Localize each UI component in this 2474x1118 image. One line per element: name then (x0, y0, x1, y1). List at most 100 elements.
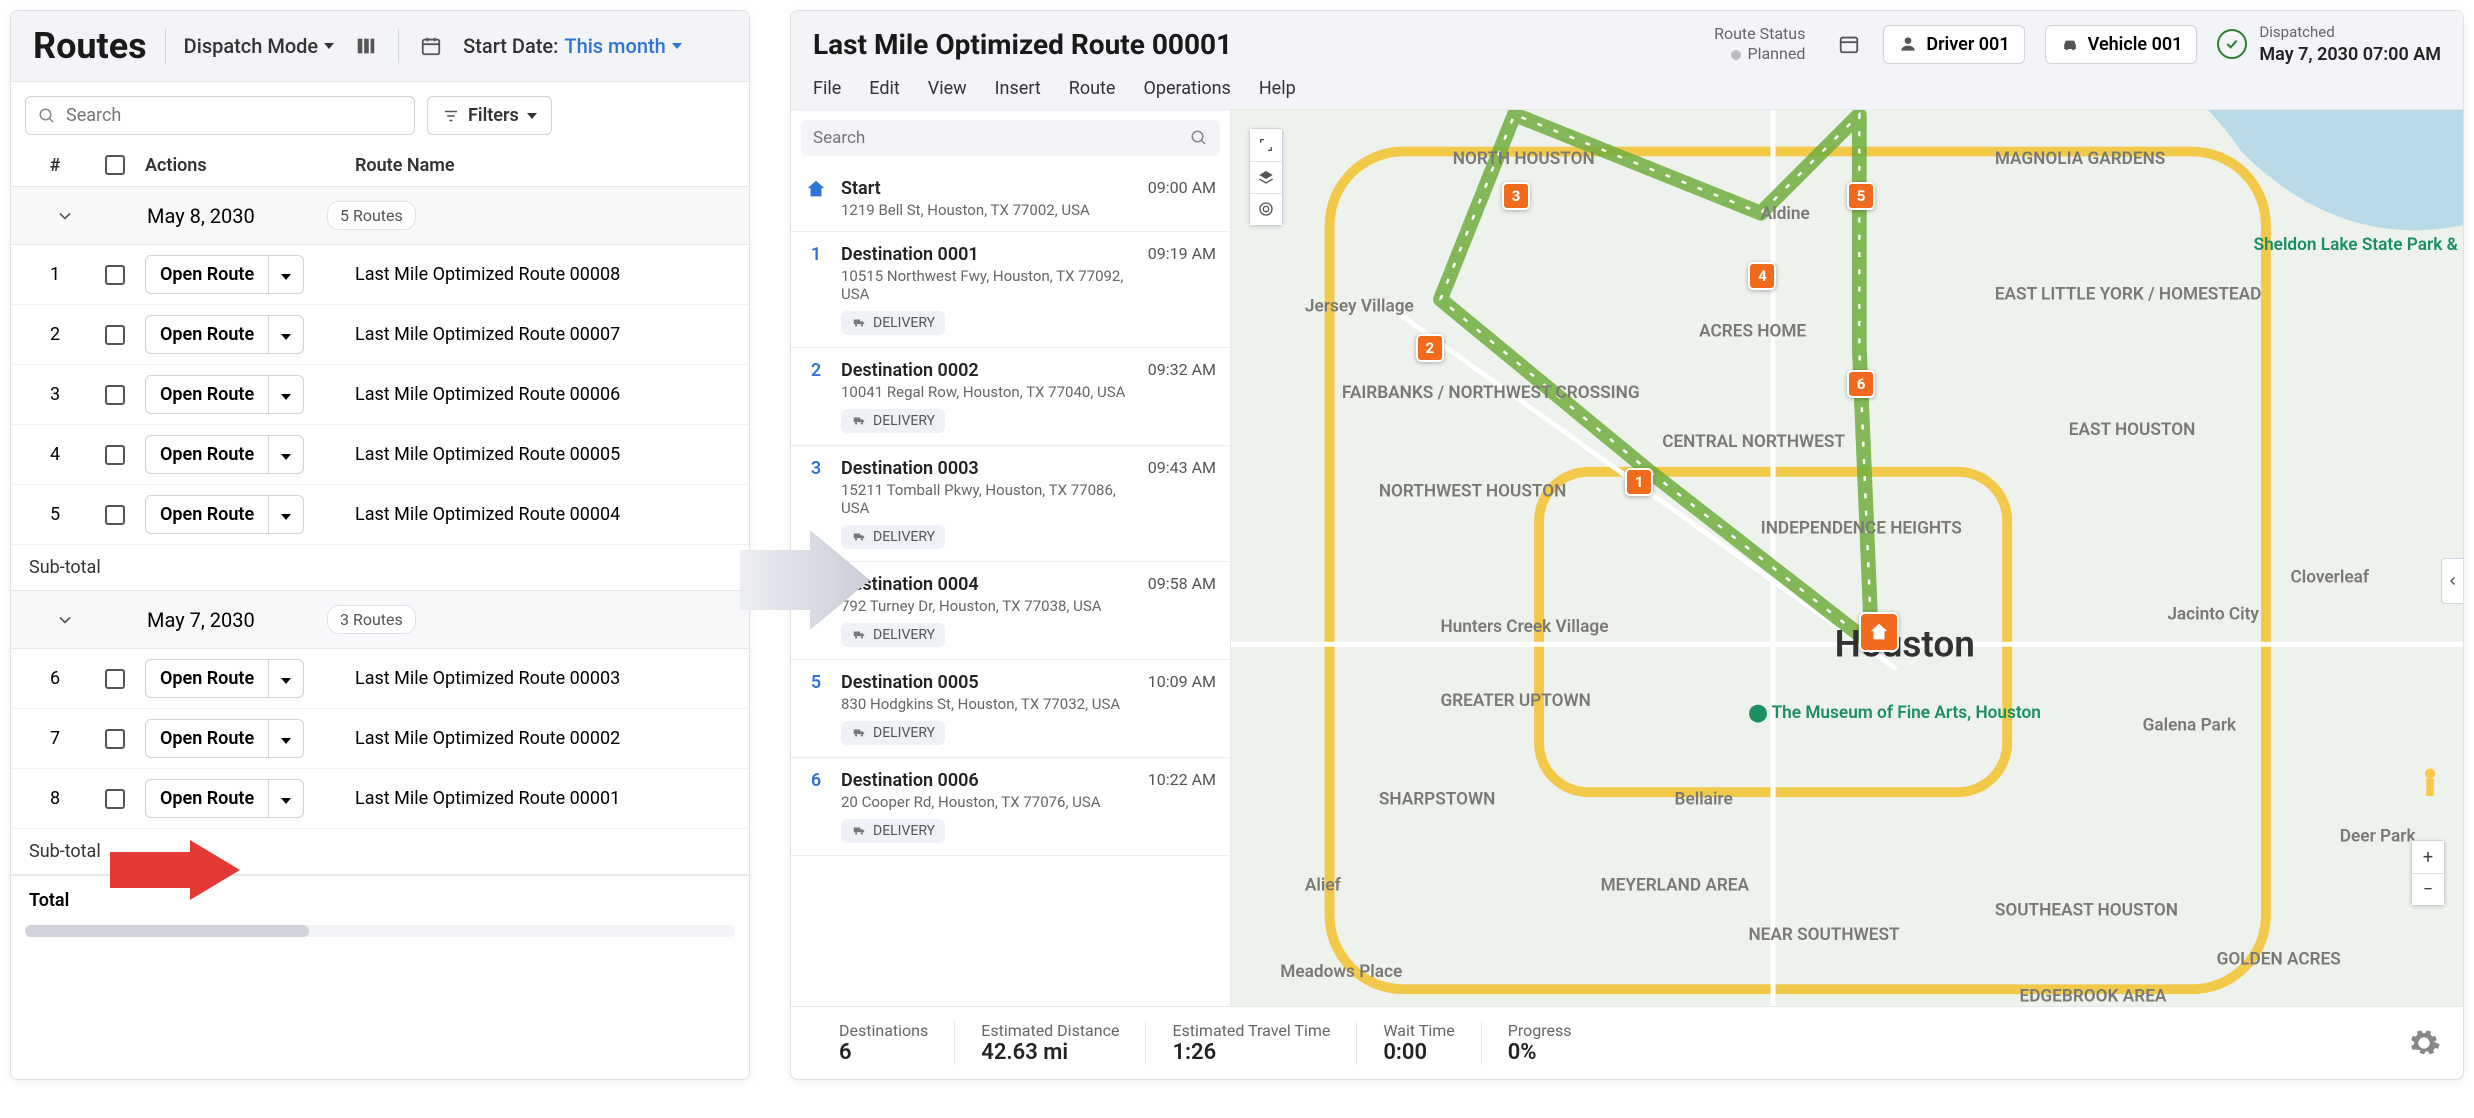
table-row[interactable]: 6 Open Route Last Mile Optimized Route 0… (11, 649, 749, 709)
row-checkbox[interactable] (105, 669, 125, 689)
svg-text:ACRES HOME: ACRES HOME (1699, 321, 1806, 341)
dispatch-mode-dropdown[interactable]: Dispatch Mode (184, 34, 334, 58)
map-marker-3[interactable]: 3 (1502, 182, 1530, 210)
stop-address: 10041 Regal Row, Houston, TX 77040, USA (841, 383, 1134, 401)
open-route-button[interactable]: Open Route (145, 375, 304, 414)
table-row[interactable]: 7 Open Route Last Mile Optimized Route 0… (11, 709, 749, 769)
menu-route[interactable]: Route (1069, 78, 1116, 99)
stops-search[interactable] (801, 120, 1220, 156)
gear-icon[interactable] (2407, 1026, 2441, 1060)
start-date-label: Start Date: (463, 34, 558, 58)
routes-search[interactable] (25, 96, 415, 135)
calendar-icon[interactable] (417, 32, 445, 60)
start-date-picker[interactable]: Start Date: This month (463, 34, 682, 58)
collapse-map-tab[interactable] (2441, 558, 2463, 604)
table-row[interactable]: 4 Open Route Last Mile Optimized Route 0… (11, 425, 749, 485)
zoom-out-button[interactable]: − (2412, 873, 2444, 905)
map[interactable]: WILLOWBROOK GREATER GREENSPOINT NORTH HO… (1231, 110, 2463, 1006)
filters-button[interactable]: Filters (427, 96, 552, 135)
stat-progress: Progress 0% (1482, 1021, 1598, 1065)
target-button[interactable] (1250, 193, 1282, 225)
open-route-button[interactable]: Open Route (145, 779, 304, 818)
open-route-button[interactable]: Open Route (145, 495, 304, 534)
group-count-chip: 3 Routes (327, 605, 416, 634)
row-checkbox[interactable] (105, 789, 125, 809)
layers-button[interactable] (1250, 161, 1282, 193)
route-name: Last Mile Optimized Route 00004 (355, 504, 735, 525)
table-header: # Actions Route Name (11, 145, 749, 187)
row-checkbox[interactable] (105, 729, 125, 749)
group-row[interactable]: May 8, 2030 5 Routes (11, 187, 749, 245)
map-marker-5[interactable]: 5 (1847, 182, 1875, 210)
stop-name: Destination 0005 (841, 672, 1134, 693)
open-route-button[interactable]: Open Route (145, 719, 304, 758)
menu-view[interactable]: View (928, 78, 967, 99)
stop-row[interactable]: 6 Destination 0006 20 Cooper Rd, Houston… (791, 758, 1230, 856)
columns-icon[interactable] (352, 32, 380, 60)
map-marker-6[interactable]: 6 (1847, 370, 1875, 398)
stop-name: Destination 0001 (841, 244, 1134, 265)
vehicle-button[interactable]: Vehicle 001 (2045, 25, 2198, 64)
menu-edit[interactable]: Edit (869, 78, 899, 99)
menu-file[interactable]: File (813, 78, 841, 99)
table-row[interactable]: 3 Open Route Last Mile Optimized Route 0… (11, 365, 749, 425)
open-route-dropdown[interactable] (268, 780, 303, 817)
open-route-dropdown[interactable] (268, 436, 303, 473)
stop-start[interactable]: Start 1219 Bell St, Houston, TX 77002, U… (791, 166, 1230, 232)
menu-help[interactable]: Help (1259, 78, 1296, 99)
open-route-dropdown[interactable] (268, 316, 303, 353)
stop-address: 15211 Tomball Pkwy, Houston, TX 77086, U… (841, 481, 1134, 517)
caret-down-icon (527, 113, 537, 119)
map-home-marker[interactable] (1859, 612, 1899, 652)
open-route-dropdown[interactable] (268, 496, 303, 533)
stop-row[interactable]: 5 Destination 0005 830 Hodgkins St, Hous… (791, 660, 1230, 758)
car-icon (2060, 34, 2080, 54)
row-checkbox[interactable] (105, 445, 125, 465)
table-row[interactable]: 8 Open Route Last Mile Optimized Route 0… (11, 769, 749, 829)
horizontal-scrollbar[interactable] (25, 925, 735, 937)
pegman-control[interactable] (2415, 766, 2445, 806)
svg-text:Galena Park: Galena Park (2143, 715, 2237, 735)
menu-insert[interactable]: Insert (995, 78, 1041, 99)
open-route-dropdown[interactable] (268, 660, 303, 697)
table-row[interactable]: 2 Open Route Last Mile Optimized Route 0… (11, 305, 749, 365)
svg-text:Jersey Village: Jersey Village (1305, 297, 1414, 317)
stop-time: 09:00 AM (1148, 178, 1216, 219)
menu-operations[interactable]: Operations (1143, 78, 1230, 99)
stops-search-input[interactable] (813, 128, 1190, 148)
stop-address: 20 Cooper Rd, Houston, TX 77076, USA (841, 793, 1134, 811)
map-marker-2[interactable]: 2 (1416, 334, 1444, 362)
map-marker-1[interactable]: 1 (1625, 468, 1653, 496)
svg-text:NEAR SOUTHWEST: NEAR SOUTHWEST (1748, 925, 1900, 945)
open-route-button[interactable]: Open Route (145, 255, 304, 294)
open-route-dropdown[interactable] (268, 256, 303, 293)
open-route-button[interactable]: Open Route (145, 315, 304, 354)
stop-address: 792 Turney Dr, Houston, TX 77038, USA (841, 597, 1134, 615)
svg-text:Deer Park: Deer Park (2340, 826, 2417, 846)
search-icon (1190, 129, 1208, 147)
routes-search-input[interactable] (66, 105, 402, 126)
table-row[interactable]: 5 Open Route Last Mile Optimized Route 0… (11, 485, 749, 545)
driver-button[interactable]: Driver 001 (1883, 25, 2024, 64)
open-route-dropdown[interactable] (268, 376, 303, 413)
zoom-in-button[interactable]: + (2412, 841, 2444, 873)
row-number: 4 (25, 444, 85, 465)
stop-row[interactable]: 1 Destination 0001 10515 Northwest Fwy, … (791, 232, 1230, 348)
select-all-checkbox[interactable] (105, 155, 125, 175)
schedule-icon[interactable] (1835, 30, 1863, 58)
open-route-button[interactable]: Open Route (145, 435, 304, 474)
caret-down-icon (281, 738, 291, 744)
svg-text:⬤ The Museum of Fine Arts, Hou: ⬤ The Museum of Fine Arts, Houston (1748, 703, 2040, 723)
table-row[interactable]: 1 Open Route Last Mile Optimized Route 0… (11, 245, 749, 305)
row-checkbox[interactable] (105, 265, 125, 285)
row-checkbox[interactable] (105, 505, 125, 525)
fullscreen-button[interactable] (1250, 129, 1282, 161)
group-row[interactable]: May 7, 2030 3 Routes (11, 591, 749, 649)
stop-row[interactable]: 2 Destination 0002 10041 Regal Row, Hous… (791, 348, 1230, 446)
row-checkbox[interactable] (105, 325, 125, 345)
row-checkbox[interactable] (105, 385, 125, 405)
map-marker-4[interactable]: 4 (1748, 262, 1776, 290)
open-route-button[interactable]: Open Route (145, 659, 304, 698)
open-route-dropdown[interactable] (268, 720, 303, 757)
row-number: 3 (25, 384, 85, 405)
